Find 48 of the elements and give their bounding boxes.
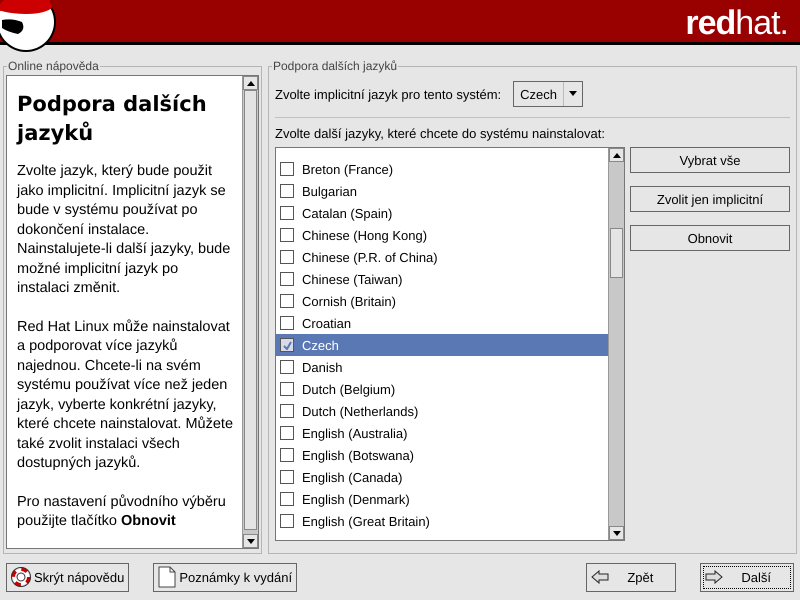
checkbox[interactable] <box>280 514 294 528</box>
panel-title: Online nápověda <box>7 59 100 73</box>
checkbox[interactable] <box>280 272 294 286</box>
checkbox[interactable] <box>280 360 294 374</box>
checkbox[interactable] <box>280 492 294 506</box>
default-language-label: Zvolte implicitní jazyk pro tento systém: <box>275 86 502 102</box>
action-button[interactable]: Vybrat vše <box>630 147 790 173</box>
checkbox[interactable] <box>280 316 294 330</box>
footer-button[interactable]: Další <box>700 562 794 592</box>
checkbox[interactable] <box>280 184 294 198</box>
scroll-up-arrow-icon[interactable] <box>612 152 620 158</box>
help-paragraph: Zvolte jazyk, který bude použit jako implicitní. Implicitní jazyk se bude v systému používat po dokončení instalace. Nainstalujete-li další jazyky, bude možné implicitní jazyk po instalaci změnit. <box>17 162 232 298</box>
help-paragraph: Pro nastavení původního výběru použijte tlačítko Obnovit <box>17 492 227 531</box>
action-button[interactable]: Zvolit jen implicitní <box>630 186 790 212</box>
language-list-label: Zvolte další jazyky, které chcete do systému nainstalovat: <box>274 126 606 141</box>
panel-title: Podpora dalších jazyků <box>272 59 398 73</box>
checkbox[interactable] <box>280 426 294 440</box>
checkbox[interactable] <box>280 228 294 242</box>
language-dropdown[interactable]: Czech <box>513 81 583 107</box>
footer-button[interactable]: Poznámky k vydání <box>153 562 298 592</box>
language-list-item[interactable]: Czech <box>276 334 608 356</box>
checkbox[interactable] <box>280 448 294 462</box>
checkbox[interactable] <box>280 294 294 308</box>
checkbox[interactable] <box>280 206 294 220</box>
scrollbar-thumb[interactable] <box>244 90 257 530</box>
scrollbar[interactable] <box>608 148 624 540</box>
brand-logo-text: redhat. <box>685 6 788 40</box>
help-paragraph: Red Hat Linux může nainstalovat a podporovat více jazyků najednou. Chcete-li na svém systému používat více než jeden jazyk, vyberte konkrétní jazyky, které chcete nainstalovat. Můžete také zvolit instalaci všech dostupných jazyků. <box>17 318 234 473</box>
scroll-down-arrow-icon[interactable] <box>246 538 254 544</box>
right-arrow-icon <box>705 570 724 584</box>
document-icon <box>158 566 176 588</box>
checkbox[interactable] <box>280 470 294 484</box>
scroll-down-arrow-icon[interactable] <box>612 530 620 536</box>
footer-button[interactable]: Zpět <box>586 562 676 592</box>
left-arrow-icon <box>591 570 610 584</box>
checkbox[interactable] <box>280 338 294 352</box>
dropdown-arrow-icon <box>569 90 577 98</box>
scroll-up-arrow-icon[interactable] <box>246 80 254 86</box>
checkbox[interactable] <box>280 250 294 264</box>
checkbox[interactable] <box>280 162 294 176</box>
action-button[interactable]: Obnovit <box>630 225 790 251</box>
footer-button[interactable]: Skrýt nápovědu <box>6 562 130 592</box>
scrollbar[interactable] <box>242 76 258 548</box>
checkbox[interactable] <box>280 404 294 418</box>
help-heading: Podpora dalších jazyků <box>17 91 208 147</box>
scrollbar-thumb[interactable] <box>610 228 623 278</box>
checkbox[interactable] <box>280 382 294 396</box>
lifebuoy-icon <box>11 567 31 587</box>
